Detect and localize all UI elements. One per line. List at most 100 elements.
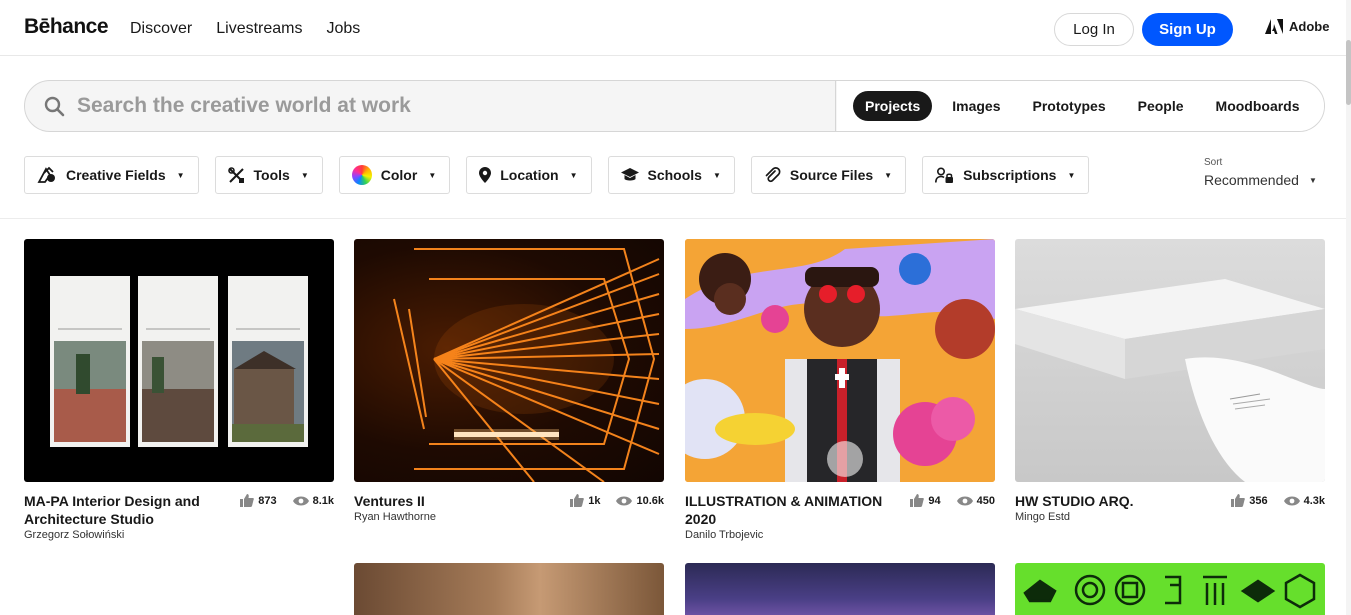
tab-prototypes[interactable]: Prototypes — [1021, 91, 1118, 121]
project-owner[interactable]: Grzegorz Sołowiński — [24, 529, 334, 541]
project-card[interactable]: Ventures II Ryan Hawthorne 1k 10.6k — [354, 239, 664, 542]
project-card[interactable]: MA-PA Interior Design and Architecture S… — [24, 239, 334, 542]
login-button[interactable]: Log In — [1054, 13, 1134, 46]
chevron-down-icon: ▼ — [176, 170, 185, 180]
location-pin-icon — [479, 167, 492, 183]
location-label: Location — [500, 167, 559, 183]
sort-dropdown[interactable]: Sort Recommended ▼ — [1204, 157, 1317, 188]
subscriptions-filter[interactable]: Subscriptions ▼ — [922, 156, 1090, 194]
project-thumbnail[interactable] — [354, 563, 664, 615]
thumbs-up-icon — [240, 494, 255, 507]
location-filter[interactable]: Location ▼ — [466, 156, 592, 194]
search-type-tabs: Projects Images Prototypes People Moodbo… — [837, 81, 1324, 131]
project-thumbnail[interactable] — [1015, 239, 1325, 482]
search-input[interactable] — [77, 91, 817, 121]
tools-label: Tools — [253, 167, 290, 183]
project-thumbnail[interactable] — [685, 239, 995, 482]
color-wheel-icon — [351, 165, 372, 185]
project-thumbnail[interactable] — [1015, 563, 1325, 615]
project-title[interactable]: HW STUDIO ARQ. — [1015, 492, 1215, 510]
chevron-down-icon: ▼ — [569, 170, 578, 180]
tab-projects[interactable]: Projects — [853, 91, 933, 121]
chevron-down-icon: ▼ — [300, 170, 309, 180]
nav-jobs[interactable]: Jobs — [326, 20, 360, 38]
adobe-icon — [1265, 19, 1283, 34]
thumbs-up-icon — [910, 494, 925, 507]
nav-livestreams[interactable]: Livestreams — [216, 20, 302, 38]
user-lock-icon — [935, 166, 954, 183]
graduation-cap-icon — [620, 168, 639, 181]
tab-moodboards[interactable]: Moodboards — [1204, 91, 1312, 121]
chevron-down-icon: ▼ — [1067, 170, 1076, 180]
source-files-label: Source Files — [789, 167, 874, 183]
views: 450 — [956, 494, 995, 507]
eye-icon — [616, 496, 633, 505]
sort-label: Sort — [1204, 157, 1223, 168]
likes-count: 94 — [928, 494, 941, 507]
nav-discover[interactable]: Discover — [130, 20, 192, 38]
source-files-filter[interactable]: Source Files ▼ — [750, 156, 907, 194]
search-icon — [44, 96, 65, 117]
project-stats: 1k 10.6k — [570, 494, 664, 507]
project-stats: 94 450 — [910, 494, 995, 507]
subscriptions-label: Subscriptions — [963, 167, 1057, 183]
project-stats: 356 4.3k — [1231, 494, 1325, 507]
project-owner[interactable]: Ryan Hawthorne — [354, 511, 664, 523]
project-thumbnail[interactable] — [354, 239, 664, 482]
sort-value[interactable]: Recommended ▼ — [1204, 172, 1317, 188]
adobe-label: Adobe — [1289, 19, 1330, 34]
paperclip-icon — [765, 166, 781, 182]
appreciations: 356 — [1231, 494, 1268, 507]
chevron-down-icon: ▼ — [1308, 175, 1317, 185]
eye-icon — [292, 496, 309, 505]
likes-count: 1k — [588, 494, 601, 507]
likes-count: 356 — [1249, 494, 1268, 507]
appreciations: 873 — [240, 494, 277, 507]
chevron-down-icon: ▼ — [712, 170, 721, 180]
project-owner[interactable]: Danilo Trbojevic — [685, 529, 995, 541]
adobe-link[interactable]: Adobe — [1265, 19, 1329, 34]
tools-filter[interactable]: Tools ▼ — [214, 156, 323, 194]
colorful-character-illustration — [685, 239, 995, 482]
signup-button[interactable]: Sign Up — [1142, 13, 1233, 46]
project-owner[interactable]: Mingo Estd — [1015, 511, 1325, 523]
white-architecture-artwork — [1015, 279, 1325, 482]
behance-logo[interactable]: Bēhance — [24, 15, 109, 39]
color-filter[interactable]: Color ▼ — [338, 156, 451, 194]
creative-fields-label: Creative Fields — [66, 167, 166, 183]
creative-fields-icon — [37, 166, 55, 183]
scrollbar-thumb[interactable] — [1346, 40, 1351, 105]
schools-label: Schools — [647, 167, 702, 183]
project-title[interactable]: ILLUSTRATION & ANIMATION 2020 — [685, 492, 885, 528]
views: 8.1k — [292, 494, 334, 507]
project-thumbnail[interactable] — [685, 563, 995, 615]
project-card[interactable]: ILLUSTRATION & ANIMATION 2020 Danilo Trb… — [685, 239, 995, 542]
thumbs-up-icon — [570, 494, 585, 507]
main-nav: Discover Livestreams Jobs — [130, 20, 360, 38]
project-title[interactable]: Ventures II — [354, 492, 554, 510]
green-icon-set-artwork — [1023, 573, 1316, 609]
tab-people[interactable]: People — [1126, 91, 1196, 121]
likes-count: 873 — [258, 494, 277, 507]
eye-icon — [956, 496, 973, 505]
interior-design-artwork — [50, 276, 308, 447]
project-card[interactable]: HW STUDIO ARQ. Mingo Estd 356 4.3k — [1015, 239, 1325, 542]
views: 10.6k — [616, 495, 664, 507]
project-title[interactable]: MA-PA Interior Design and Architecture S… — [24, 492, 224, 528]
tab-images[interactable]: Images — [940, 91, 1012, 121]
section-divider — [0, 218, 1346, 219]
views-count: 4.3k — [1303, 494, 1325, 507]
views-count: 450 — [976, 494, 995, 507]
project-stats: 873 8.1k — [240, 494, 334, 507]
appreciations: 1k — [570, 494, 600, 507]
top-navigation-bar: Bēhance Discover Livestreams Jobs Log In… — [0, 0, 1351, 56]
color-label: Color — [380, 167, 418, 183]
thumbs-up-icon — [1231, 494, 1246, 507]
project-thumbnail[interactable] — [24, 239, 334, 482]
schools-filter[interactable]: Schools ▼ — [607, 156, 735, 194]
tools-icon — [227, 166, 244, 183]
page-scrollbar[interactable] — [1346, 0, 1351, 615]
filter-bar: Creative Fields ▼ Tools ▼ Color ▼ Locati… — [24, 156, 1090, 194]
views-count: 8.1k — [312, 494, 334, 507]
creative-fields-filter[interactable]: Creative Fields ▼ — [24, 156, 199, 194]
